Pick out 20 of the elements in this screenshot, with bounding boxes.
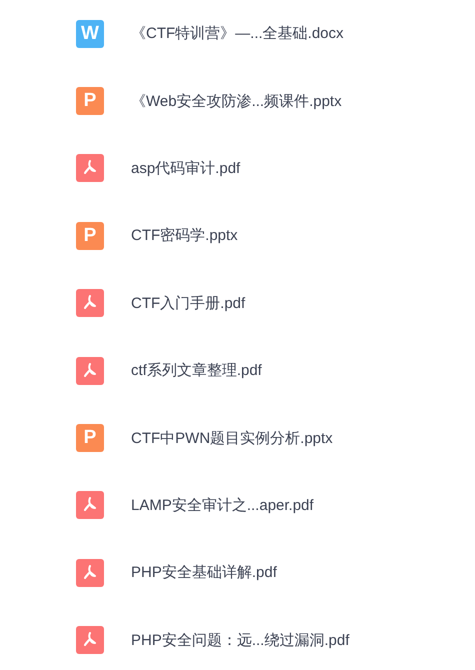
file-name[interactable]: LAMP安全审计之...aper.pdf xyxy=(131,496,314,515)
pdf-icon xyxy=(76,491,104,520)
file-name[interactable]: CTF密码学.pptx xyxy=(131,226,238,246)
file-name[interactable]: 《CTF特训营》—...全基础.docx xyxy=(131,24,344,44)
file-name[interactable]: CTF中PWN题目实例分析.pptx xyxy=(131,428,333,448)
pdf-icon xyxy=(76,558,104,587)
file-name[interactable]: PHP安全基础详解.pdf xyxy=(131,563,277,582)
presentation-icon: P xyxy=(76,87,104,116)
presentation-icon: P xyxy=(76,424,104,452)
presentation-icon: P xyxy=(76,222,104,250)
pdf-icon xyxy=(76,626,104,654)
file-name[interactable]: asp代码审计.pdf xyxy=(131,158,240,178)
file-name[interactable]: ctf系列文章整理.pdf xyxy=(131,361,262,380)
file-name[interactable]: CTF入门手册.pdf xyxy=(131,294,246,313)
file-name[interactable]: PHP安全问题：远...绕过漏洞.pdf xyxy=(131,630,350,650)
file-name[interactable]: 《Web安全攻防渗...频课件.pptx xyxy=(131,92,342,111)
word-document-icon: W xyxy=(76,20,104,48)
pdf-icon xyxy=(76,154,104,182)
pdf-icon xyxy=(76,289,104,318)
pdf-icon xyxy=(76,356,104,385)
